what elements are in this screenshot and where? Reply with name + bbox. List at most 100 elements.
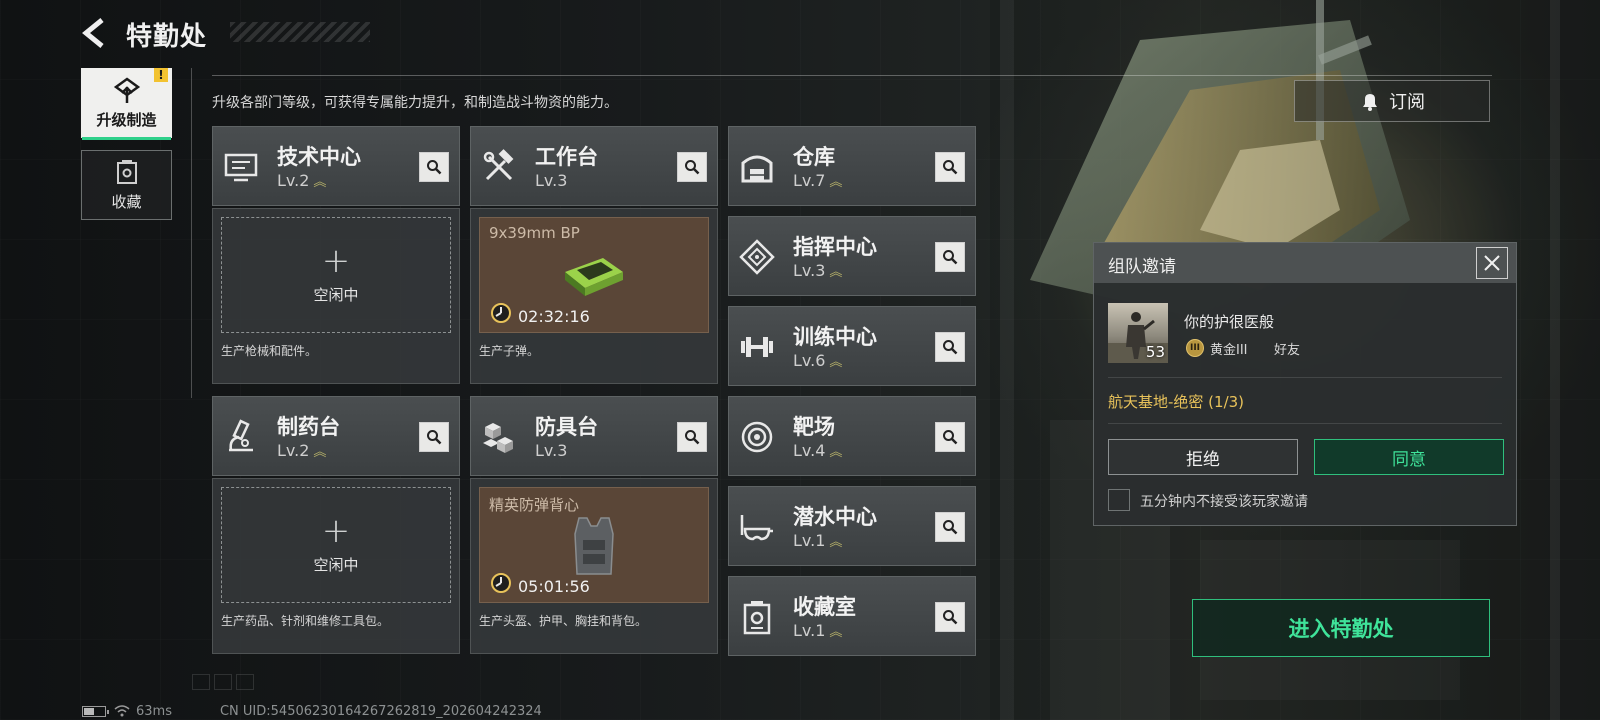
add-icon: + <box>321 510 351 551</box>
mute-invite-checkbox[interactable] <box>1108 489 1130 511</box>
player-relation: 好友 <box>1274 343 1301 358</box>
dept-level: Lv.3 <box>535 441 568 460</box>
ping-value: 63ms <box>136 703 172 719</box>
inspect-button[interactable] <box>419 152 449 182</box>
dept-name: 指挥中心 <box>793 235 877 259</box>
dept-level: Lv.3 <box>535 171 568 190</box>
reject-button[interactable]: 拒绝 <box>1108 439 1298 475</box>
dept-level: Lv.1 <box>793 531 826 550</box>
production-slot-active[interactable]: 9x39mm BP 02:32:16 <box>479 217 709 333</box>
divider <box>191 68 192 398</box>
dept-name: 防具台 <box>535 415 598 439</box>
page-title: 特勤处 <box>126 22 208 52</box>
dept-card-collection-room[interactable]: 收藏室 Lv.1 ︽ <box>728 576 976 656</box>
wifi-icon <box>114 705 130 717</box>
production-timer: 02:32:16 <box>518 307 590 326</box>
player-level: 53 <box>1145 343 1165 361</box>
dept-card-workbench[interactable]: 工作台 Lv.3 <box>470 126 718 206</box>
production-slot-active[interactable]: 精英防弹背心 05:01:56 <box>479 487 709 603</box>
production-desc: 生产子弹。 <box>479 344 540 358</box>
inspect-button[interactable] <box>419 422 449 452</box>
dept-name: 训练中心 <box>793 325 877 349</box>
avatar[interactable]: 53 <box>1108 303 1168 363</box>
search-icon <box>943 430 958 445</box>
sidebar-tab-upgrade-craft[interactable]: 升级制造 ! <box>81 68 172 140</box>
inspect-button[interactable] <box>677 152 707 182</box>
dept-card-tech-center[interactable]: 技术中心 Lv.2 ︽ <box>212 126 460 206</box>
player-rank: 黄金III <box>1210 343 1248 358</box>
inspect-button[interactable] <box>935 152 965 182</box>
monitor-icon <box>224 153 258 182</box>
divider <box>1108 423 1502 424</box>
dept-card-diving-center[interactable]: 潜水中心 Lv.1 ︽ <box>728 486 976 566</box>
dept-card-command-center[interactable]: 指挥中心 Lv.3 ︽ <box>728 216 976 296</box>
dept-name: 制药台 <box>277 415 340 439</box>
dialog-header: 组队邀请 <box>1094 243 1516 283</box>
enter-special-ops-button[interactable]: 进入特勤处 <box>1192 599 1490 657</box>
dept-card-shooting-range[interactable]: 靶场 Lv.4 ︽ <box>728 396 976 476</box>
dept-name: 工作台 <box>535 145 598 169</box>
inspect-button[interactable] <box>935 242 965 272</box>
search-icon <box>427 160 442 175</box>
search-icon <box>685 160 700 175</box>
rank-gold-icon: III <box>1186 339 1204 357</box>
inspect-button[interactable] <box>935 332 965 362</box>
dept-name: 仓库 <box>793 145 835 169</box>
battery-icon <box>82 705 109 717</box>
inspect-button[interactable] <box>935 602 965 632</box>
level-chevron-icon: ︽ <box>829 175 842 190</box>
uid-text: CN UID:54506230164267262819_202604242324 <box>219 703 542 719</box>
production-panel-workbench[interactable]: 9x39mm BP 02:32:16 生产子弹。 <box>470 208 718 384</box>
dept-level: Lv.3 <box>793 261 826 280</box>
title-decoration <box>230 22 370 42</box>
inspect-button[interactable] <box>935 512 965 542</box>
divider <box>1108 377 1502 378</box>
accept-button[interactable]: 同意 <box>1314 439 1504 475</box>
production-item-name: 9x39mm BP <box>489 224 580 242</box>
level-chevron-icon: ︽ <box>829 265 842 280</box>
dept-name: 靶场 <box>793 415 835 439</box>
level-chevron-icon: ︽ <box>829 535 842 550</box>
command-icon <box>739 239 775 275</box>
subscribe-button[interactable]: 订阅 <box>1294 80 1490 122</box>
tools-icon <box>483 149 514 181</box>
inspect-button[interactable] <box>677 422 707 452</box>
dept-name: 潜水中心 <box>793 505 877 529</box>
mission-info: 航天基地-绝密 (1/3) <box>1108 393 1245 411</box>
level-chevron-icon: ︽ <box>313 445 326 460</box>
warehouse-icon <box>741 155 773 183</box>
dept-name: 收藏室 <box>793 595 856 619</box>
production-slot-empty[interactable]: + 空闲中 <box>221 217 451 333</box>
close-button[interactable] <box>1476 247 1508 279</box>
production-item-name: 精英防弹背心 <box>489 496 580 514</box>
production-panel-pharmacy[interactable]: + 空闲中 生产药品、针剂和维修工具包。 <box>212 478 460 654</box>
dept-card-armor-bench[interactable]: 防具台 Lv.3 <box>470 396 718 476</box>
collection-icon <box>116 159 137 184</box>
production-panel-tech-center[interactable]: + 空闲中 生产枪械和配件。 <box>212 208 460 384</box>
armor-blocks-icon <box>483 423 513 453</box>
status-bar: 63ms CN UID:54506230164267262819_2026042… <box>82 703 542 719</box>
search-icon <box>427 430 442 445</box>
production-panel-armor-bench[interactable]: 精英防弹背心 05:01:56 生产头盔、护甲、胸挂和背包。 <box>470 478 718 654</box>
production-slot-empty[interactable]: + 空闲中 <box>221 487 451 603</box>
inspect-button[interactable] <box>935 422 965 452</box>
subscribe-label: 订阅 <box>1389 92 1425 113</box>
level-chevron-icon: ︽ <box>313 175 326 190</box>
search-icon <box>685 430 700 445</box>
collection-icon <box>743 601 771 635</box>
dept-card-pharmacy[interactable]: 制药台 Lv.2 ︽ <box>212 396 460 476</box>
sidebar-tab-label: 收藏 <box>111 192 142 211</box>
dumbbell-icon <box>741 337 773 357</box>
dept-name: 技术中心 <box>277 145 361 169</box>
diving-goggles-icon <box>740 515 773 541</box>
sidebar-tab-collection[interactable]: 收藏 <box>81 150 172 220</box>
production-desc: 生产头盔、护甲、胸挂和背包。 <box>479 614 648 628</box>
dept-card-training-center[interactable]: 训练中心 Lv.6 ︽ <box>728 306 976 386</box>
search-icon <box>943 250 958 265</box>
mute-invite-label: 五分钟内不接受该玩家邀请 <box>1140 494 1308 510</box>
dept-card-warehouse[interactable]: 仓库 Lv.7 ︽ <box>728 126 976 206</box>
dept-level: Lv.4 <box>793 441 826 460</box>
search-icon <box>943 520 958 535</box>
ammo-box-image <box>565 258 623 296</box>
back-arrow-icon[interactable] <box>78 16 112 50</box>
